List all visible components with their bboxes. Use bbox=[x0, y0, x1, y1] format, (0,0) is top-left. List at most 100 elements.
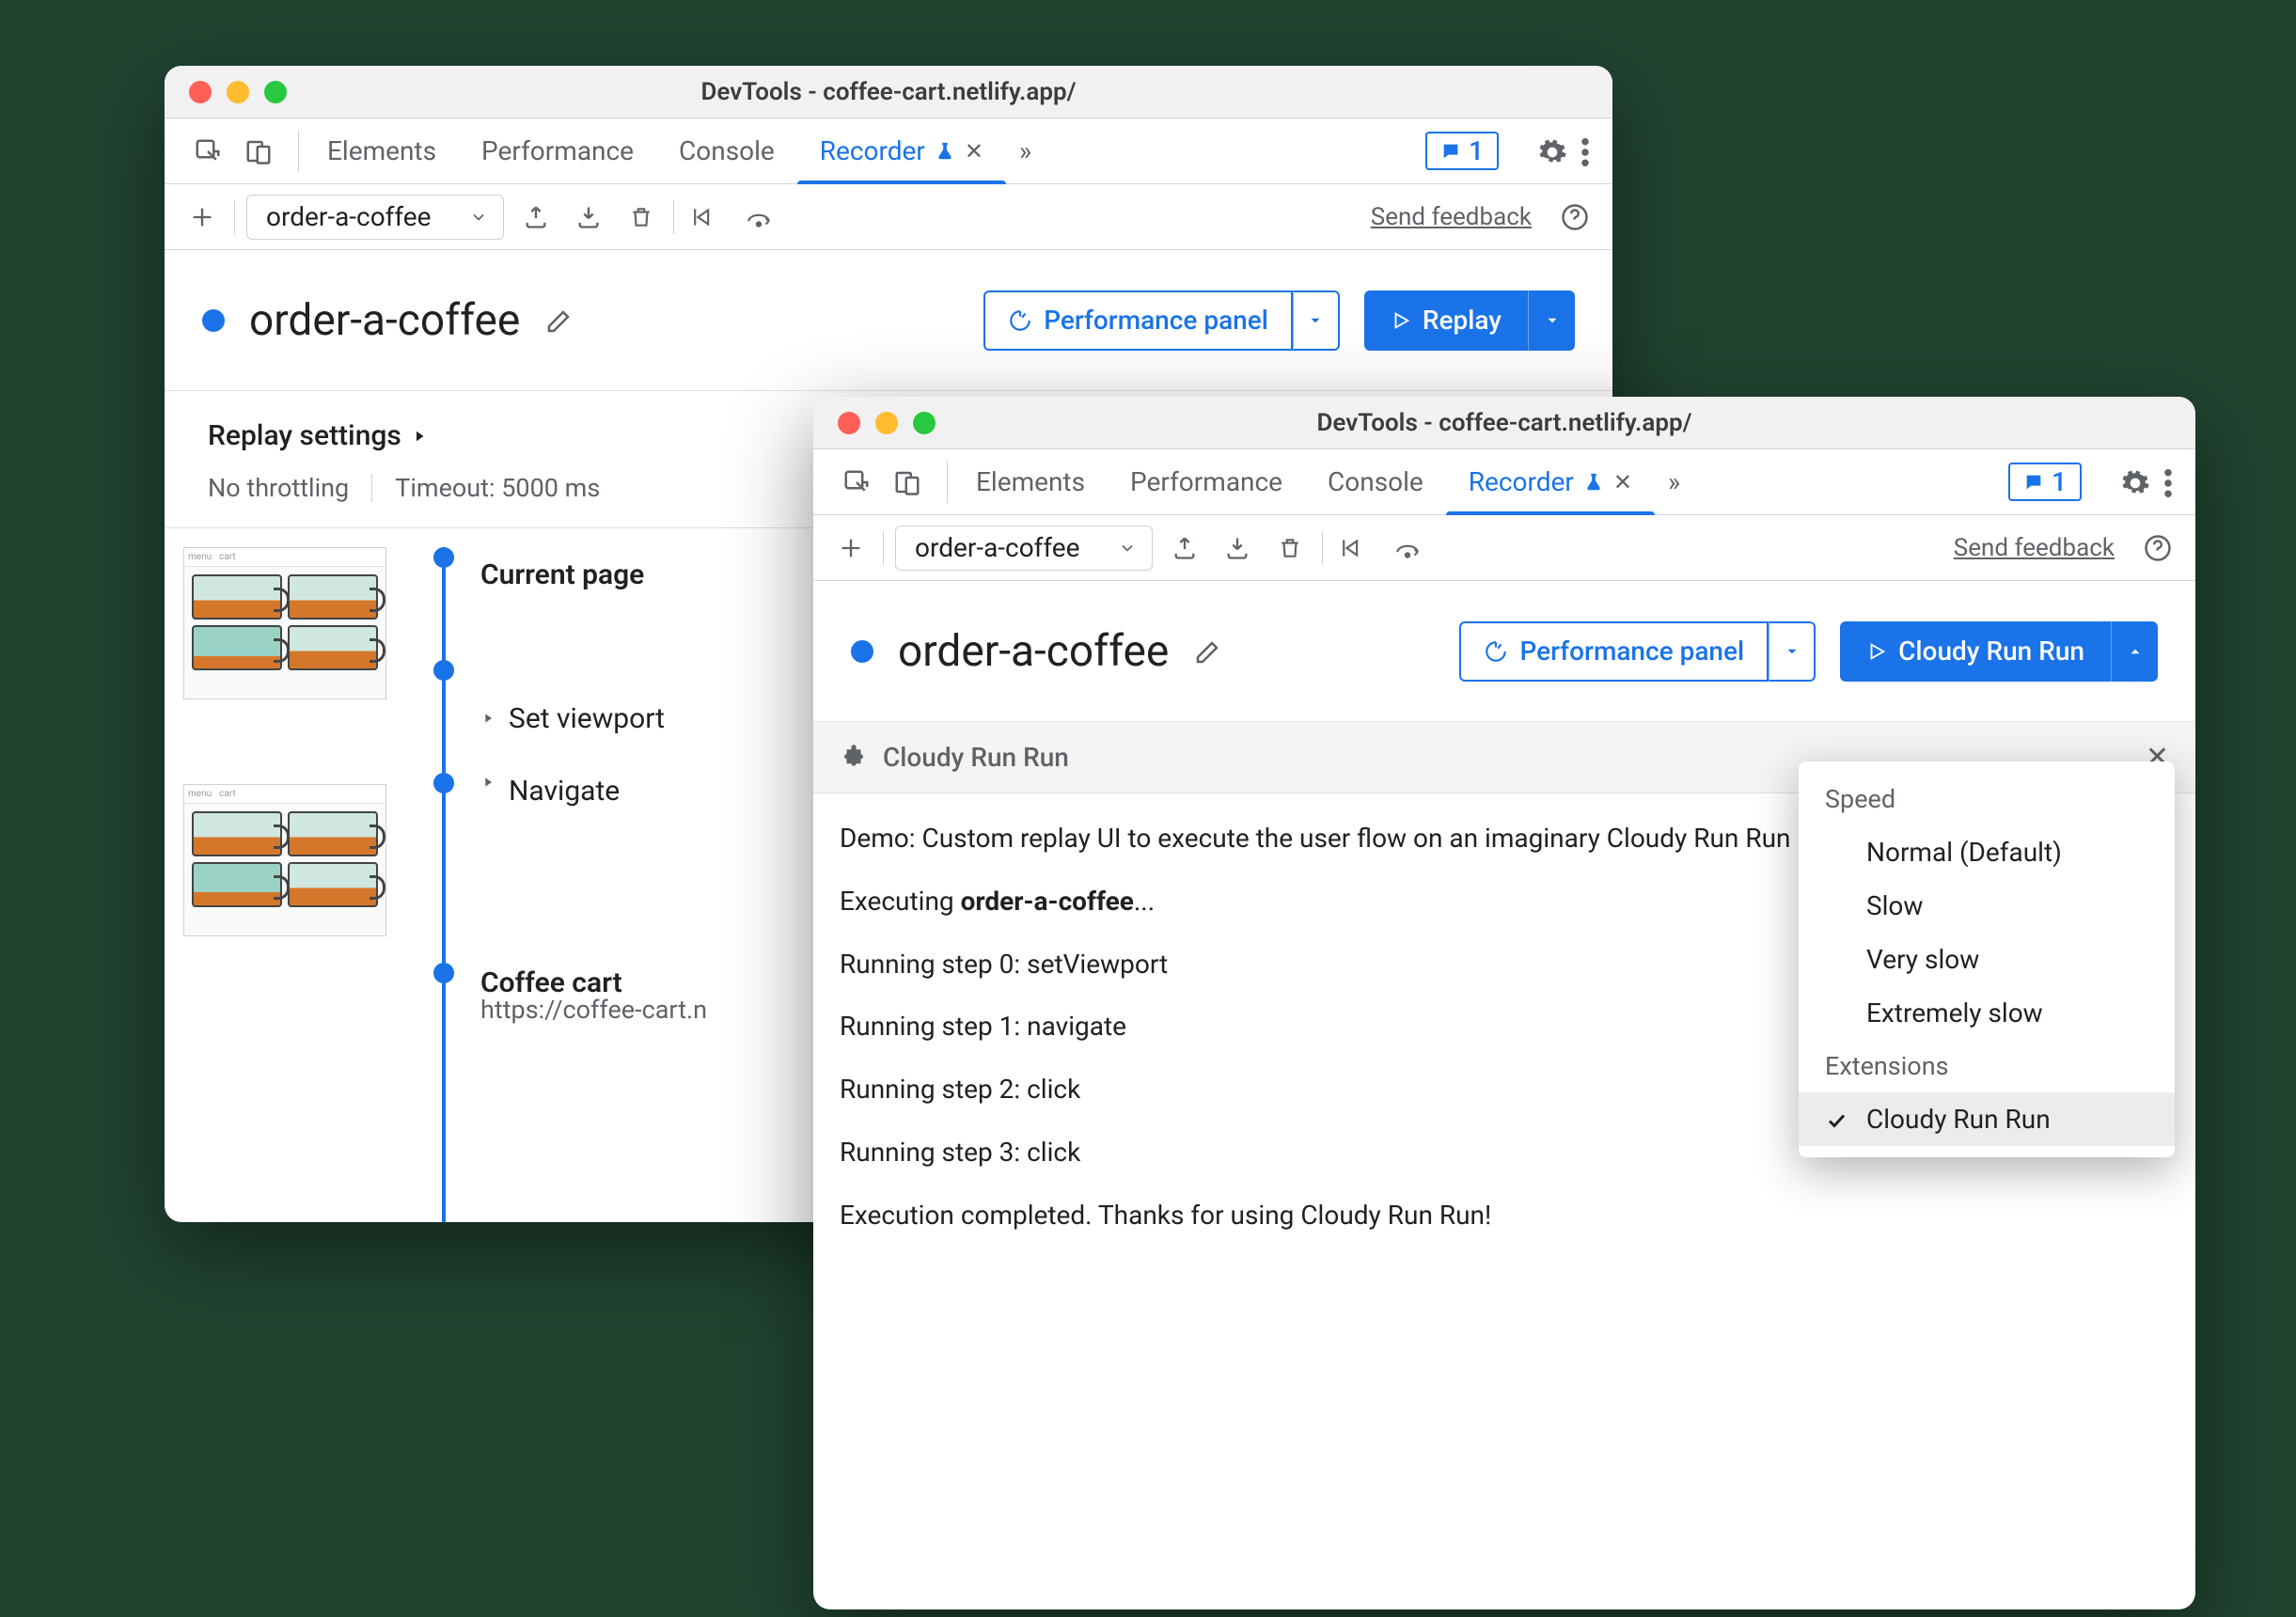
performance-panel-button[interactable]: Performance panel bbox=[1459, 621, 1769, 682]
devtools-window-2: DevTools - coffee-cart.netlify.app/ Elem… bbox=[813, 397, 2195, 1609]
play-icon bbox=[1391, 310, 1411, 331]
step-over-icon[interactable] bbox=[738, 196, 779, 238]
panel-tabs: Elements Performance Console Recorder ✕ … bbox=[953, 449, 1693, 514]
delete-icon[interactable] bbox=[1269, 527, 1311, 569]
recorder-toolbar: order-a-coffee Send feedback bbox=[165, 184, 1612, 250]
recording-header: order-a-coffee Performance panel Cloudy … bbox=[813, 581, 2195, 722]
gauge-icon bbox=[1008, 308, 1032, 333]
menu-item-normal[interactable]: Normal (Default) bbox=[1799, 825, 2175, 879]
titlebar: DevTools - coffee-cart.netlify.app/ bbox=[813, 397, 2195, 449]
send-feedback-link[interactable]: Send feedback bbox=[1371, 203, 1532, 231]
menu-item-slow[interactable]: Slow bbox=[1799, 879, 2175, 933]
close-window-button[interactable] bbox=[189, 81, 212, 103]
tab-console[interactable]: Console bbox=[656, 118, 797, 183]
issues-count: 1 bbox=[1469, 135, 1484, 166]
menu-item-cloudy-run-run[interactable]: Cloudy Run Run bbox=[1799, 1092, 2175, 1146]
settings-gear-icon[interactable] bbox=[2120, 465, 2150, 498]
minimize-window-button[interactable] bbox=[875, 412, 898, 434]
replay-dropdown[interactable] bbox=[1528, 290, 1575, 351]
perf-button-label: Performance panel bbox=[1044, 305, 1268, 336]
continue-icon[interactable] bbox=[1334, 527, 1376, 569]
window-controls bbox=[165, 81, 287, 103]
help-icon[interactable] bbox=[2137, 527, 2178, 569]
issues-badge[interactable]: 1 bbox=[1425, 132, 1499, 170]
more-tabs-button[interactable]: » bbox=[1655, 449, 1693, 514]
edit-title-icon[interactable] bbox=[544, 305, 573, 337]
recording-select[interactable]: order-a-coffee bbox=[246, 195, 504, 240]
replay-speed-menu: Speed Normal (Default) Slow Very slow Ex… bbox=[1799, 761, 2175, 1157]
tabstrip: Elements Performance Console Recorder ✕ … bbox=[165, 118, 1612, 184]
replay-button-label: Cloudy Run Run bbox=[1898, 636, 2084, 667]
recording-title: order-a-coffee bbox=[898, 626, 1169, 677]
tab-recorder[interactable]: Recorder ✕ bbox=[1446, 449, 1655, 514]
delete-icon[interactable] bbox=[621, 196, 662, 238]
edit-title-icon[interactable] bbox=[1193, 636, 1221, 667]
play-icon bbox=[1866, 641, 1887, 662]
more-options-icon[interactable] bbox=[2163, 466, 2173, 498]
tab-recorder-label: Recorder bbox=[1469, 466, 1574, 497]
device-toolbar-icon[interactable] bbox=[238, 131, 279, 172]
recording-select[interactable]: order-a-coffee bbox=[895, 526, 1153, 571]
puzzle-icon bbox=[840, 744, 868, 772]
caret-right-icon bbox=[411, 428, 428, 445]
tab-console[interactable]: Console bbox=[1305, 449, 1446, 514]
recording-name-value: order-a-coffee bbox=[915, 532, 1080, 563]
tab-recorder[interactable]: Recorder ✕ bbox=[797, 118, 1006, 183]
replay-button-label: Replay bbox=[1423, 305, 1502, 336]
performance-panel-dropdown[interactable] bbox=[1769, 621, 1816, 682]
flask-icon bbox=[935, 141, 955, 162]
continue-icon[interactable] bbox=[685, 196, 727, 238]
titlebar: DevTools - coffee-cart.netlify.app/ bbox=[165, 66, 1612, 118]
close-tab-icon[interactable]: ✕ bbox=[965, 138, 983, 165]
caret-right-icon bbox=[480, 775, 495, 790]
tab-elements[interactable]: Elements bbox=[305, 118, 459, 183]
record-status-dot bbox=[202, 309, 225, 332]
step-current-page: Current page bbox=[480, 558, 644, 591]
tabstrip: Elements Performance Console Recorder ✕ … bbox=[813, 449, 2195, 515]
replay-button[interactable]: Replay bbox=[1364, 290, 1528, 351]
record-status-dot bbox=[851, 640, 873, 663]
issues-count: 1 bbox=[2052, 466, 2067, 497]
close-tab-icon[interactable]: ✕ bbox=[1613, 469, 1632, 495]
replay-settings-label: Replay settings bbox=[208, 419, 401, 452]
menu-item-extremely-slow[interactable]: Extremely slow bbox=[1799, 986, 2175, 1040]
performance-panel-button[interactable]: Performance panel bbox=[983, 290, 1293, 351]
more-tabs-button[interactable]: » bbox=[1006, 118, 1045, 183]
screenshot-thumbnail[interactable]: menucart bbox=[183, 547, 386, 699]
export-icon[interactable] bbox=[515, 196, 557, 238]
import-icon[interactable] bbox=[568, 196, 609, 238]
step-over-icon[interactable] bbox=[1387, 527, 1428, 569]
replay-dropdown[interactable] bbox=[2111, 621, 2158, 682]
send-feedback-link[interactable]: Send feedback bbox=[1954, 534, 2115, 562]
menu-item-very-slow[interactable]: Very slow bbox=[1799, 933, 2175, 986]
inspect-icon[interactable] bbox=[836, 462, 877, 503]
close-window-button[interactable] bbox=[838, 412, 860, 434]
tab-performance[interactable]: Performance bbox=[1108, 449, 1305, 514]
issues-badge[interactable]: 1 bbox=[2008, 463, 2082, 501]
timeout-value: Timeout: 5000 ms bbox=[395, 473, 600, 503]
chevron-down-icon bbox=[1118, 539, 1137, 557]
export-icon[interactable] bbox=[1164, 527, 1205, 569]
caret-right-icon bbox=[480, 711, 495, 726]
step-label: Navigate bbox=[509, 775, 620, 808]
new-recording-button[interactable] bbox=[181, 196, 223, 238]
help-icon[interactable] bbox=[1554, 196, 1596, 238]
screenshot-thumbnail[interactable]: menucart bbox=[183, 784, 386, 936]
minimize-window-button[interactable] bbox=[227, 81, 249, 103]
tab-performance[interactable]: Performance bbox=[459, 118, 656, 183]
more-options-icon[interactable] bbox=[1580, 135, 1590, 167]
maximize-window-button[interactable] bbox=[264, 81, 287, 103]
tab-recorder-label: Recorder bbox=[820, 135, 925, 166]
menu-section-extensions: Extensions bbox=[1799, 1040, 2175, 1092]
replay-button[interactable]: Cloudy Run Run bbox=[1840, 621, 2111, 682]
performance-panel-dropdown[interactable] bbox=[1293, 290, 1340, 351]
new-recording-button[interactable] bbox=[830, 527, 872, 569]
window-title: DevTools - coffee-cart.netlify.app/ bbox=[700, 78, 1076, 106]
menu-section-speed: Speed bbox=[1799, 773, 2175, 825]
settings-gear-icon[interactable] bbox=[1537, 134, 1567, 167]
tab-elements[interactable]: Elements bbox=[953, 449, 1108, 514]
import-icon[interactable] bbox=[1217, 527, 1258, 569]
maximize-window-button[interactable] bbox=[913, 412, 936, 434]
inspect-icon[interactable] bbox=[187, 131, 228, 172]
device-toolbar-icon[interactable] bbox=[887, 462, 928, 503]
